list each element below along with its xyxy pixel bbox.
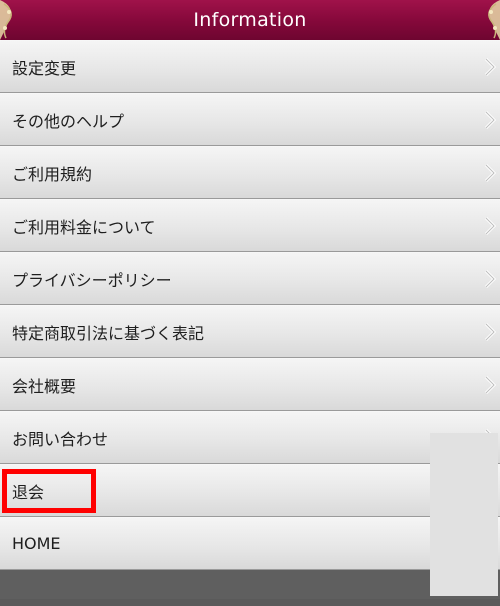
- chevron-right-icon: [484, 163, 496, 182]
- menu-item-label: ご利用料金について: [12, 217, 156, 237]
- menu-item-label: 特定商取引法に基づく表記: [12, 323, 205, 343]
- gray-overlay-panel: [430, 433, 498, 596]
- chevron-right-icon: [484, 269, 496, 288]
- header-bar: Information: [0, 0, 500, 40]
- menu-item-withdraw[interactable]: 退会: [0, 464, 500, 517]
- menu-item-terms[interactable]: ご利用規約: [0, 146, 500, 199]
- menu-item-settings[interactable]: 設定変更: [0, 40, 500, 93]
- chevron-right-icon: [484, 110, 496, 129]
- corner-ornament-icon: [0, 0, 12, 40]
- chevron-right-icon: [484, 216, 496, 235]
- corner-ornament-icon: [488, 0, 500, 40]
- menu-item-contact[interactable]: お問い合わせ: [0, 411, 500, 464]
- menu-item-label: 設定変更: [12, 58, 77, 78]
- menu-item-label: HOME: [12, 534, 61, 553]
- information-menu: 設定変更 その他のヘルプ ご利用規約 ご利用料金について プライバシーポリシー …: [0, 40, 500, 596]
- menu-item-label: プライバシーポリシー: [12, 270, 172, 290]
- menu-item-commercial-law[interactable]: 特定商取引法に基づく表記: [0, 305, 500, 358]
- chevron-right-icon: [484, 375, 496, 394]
- chevron-right-icon: [484, 57, 496, 76]
- menu-item-label: お問い合わせ: [12, 429, 109, 449]
- menu-item-company-profile[interactable]: 会社概要: [0, 358, 500, 411]
- chevron-right-icon: [484, 322, 496, 341]
- menu-item-label: ご利用規約: [12, 164, 93, 184]
- bottom-bar: [0, 570, 500, 599]
- page-title: Information: [193, 9, 307, 31]
- highlight-box: [2, 469, 96, 513]
- menu-item-other-help[interactable]: その他のヘルプ: [0, 93, 500, 146]
- menu-item-home[interactable]: HOME: [0, 517, 500, 570]
- menu-item-label: その他のヘルプ: [12, 111, 125, 131]
- menu-item-label: 会社概要: [12, 376, 77, 396]
- menu-item-pricing[interactable]: ご利用料金について: [0, 199, 500, 252]
- menu-item-privacy-policy[interactable]: プライバシーポリシー: [0, 252, 500, 305]
